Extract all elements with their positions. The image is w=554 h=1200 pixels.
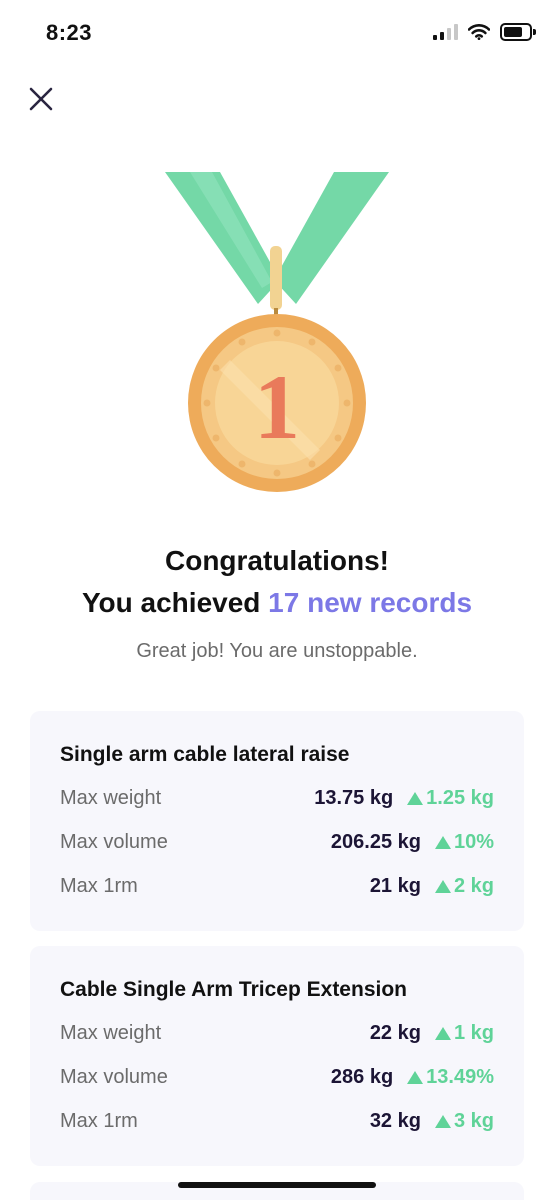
exercise-name: Cable Single Arm Tricep Extension	[60, 978, 407, 1001]
stat-value-text: 286 kg	[330, 1066, 394, 1088]
close-icon	[29, 87, 53, 111]
stat-delta-text: 1.25 kg	[426, 787, 494, 809]
stat-row-max-volume: Max volume 206.25 kg 10%	[60, 827, 494, 857]
home-indicator[interactable]	[178, 1182, 376, 1188]
stat-label: Max weight	[60, 787, 162, 809]
records-count-highlight: 17 new records	[268, 587, 473, 618]
stat-value-text: 32 kg	[369, 1110, 421, 1132]
cellular-signal-icon	[433, 24, 458, 40]
stat-row-max-1rm: Max 1rm 32 kg 3 kg	[60, 1106, 494, 1136]
records-summary: You achieved 17 new records	[0, 585, 554, 621]
battery-icon	[500, 23, 536, 41]
stat-delta: 13.49%	[407, 1066, 494, 1089]
record-card: Single arm cable lateral raise Max weigh…	[30, 711, 524, 931]
stat-delta-text: 2 kg	[453, 875, 494, 897]
gold-medal-icon: 1	[165, 172, 389, 492]
stat-label: Max volume	[60, 831, 168, 853]
up-arrow-icon	[407, 792, 424, 805]
up-arrow-icon	[434, 1027, 451, 1040]
stat-row-max-volume: Max volume 286 kg 13.49%	[60, 1062, 494, 1092]
stat-delta-text: 3 kg	[453, 1110, 494, 1132]
encouragement-text: Great job! You are unstoppable.	[136, 640, 418, 662]
stat-delta-text: 1 kg	[453, 1022, 494, 1044]
record-card: Cable Single Arm Tricep Extension Max we…	[30, 946, 524, 1166]
up-arrow-icon	[434, 880, 451, 893]
stat-row-max-1rm: Max 1rm 21 kg 2 kg	[60, 871, 494, 901]
stat-label: Max 1rm	[60, 1110, 138, 1132]
exercise-name: Single arm cable lateral raise	[60, 743, 350, 766]
stat-label: Max volume	[60, 1066, 168, 1088]
stat-delta: 1 kg	[434, 1022, 494, 1045]
up-arrow-icon	[434, 836, 451, 849]
stat-value: 206.25 kg 10%	[331, 831, 494, 854]
stat-delta-text: 13.49%	[426, 1066, 494, 1088]
stat-delta: 10%	[434, 831, 494, 854]
up-arrow-icon	[434, 1115, 451, 1128]
stat-label: Max 1rm	[60, 875, 138, 897]
stat-delta: 2 kg	[434, 875, 494, 898]
stat-label: Max weight	[60, 1022, 162, 1044]
records-summary-prefix: You achieved	[81, 587, 261, 618]
medal-number: 1	[254, 356, 300, 458]
stat-value-text: 22 kg	[369, 1022, 421, 1044]
stat-row-max-weight: Max weight 22 kg 1 kg	[60, 1018, 494, 1048]
stat-value: 13.75 kg 1.25 kg	[314, 787, 494, 810]
stat-value-text: 13.75 kg	[314, 787, 394, 809]
status-icons	[433, 23, 536, 41]
up-arrow-icon	[407, 1071, 424, 1084]
page-title: Congratulations!	[165, 545, 389, 576]
stat-value: 21 kg 2 kg	[370, 875, 494, 898]
stat-value-text: 206.25 kg	[330, 831, 421, 853]
stat-delta: 1.25 kg	[407, 787, 494, 810]
stat-delta: 3 kg	[434, 1110, 494, 1133]
stat-value: 286 kg 13.49%	[331, 1066, 494, 1089]
wifi-icon	[468, 24, 490, 40]
stat-row-max-weight: Max weight 13.75 kg 1.25 kg	[60, 783, 494, 813]
stat-value-text: 21 kg	[369, 875, 421, 897]
status-bar: 8:23	[0, 0, 554, 70]
stat-value: 22 kg 1 kg	[370, 1022, 494, 1045]
stat-delta-text: 10%	[453, 831, 494, 853]
stat-value: 32 kg 3 kg	[370, 1110, 494, 1133]
close-button[interactable]	[24, 82, 58, 116]
status-time: 8:23	[46, 20, 93, 45]
